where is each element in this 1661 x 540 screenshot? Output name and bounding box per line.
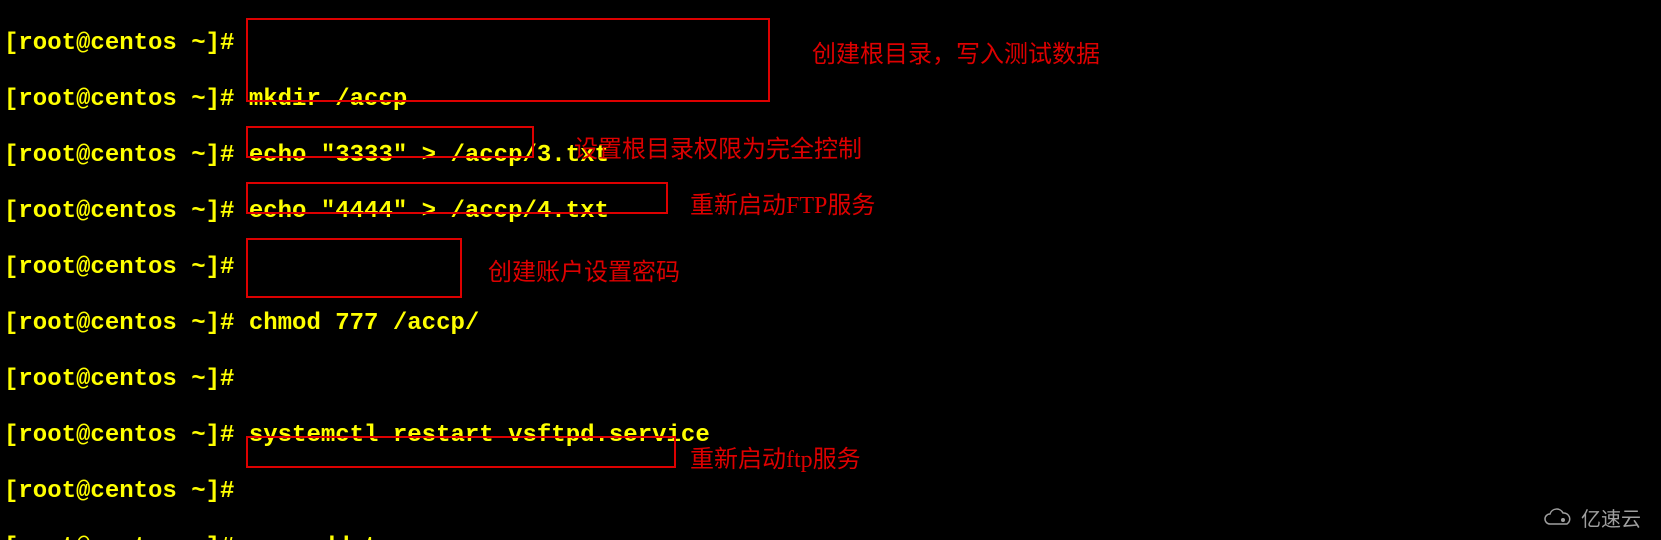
annotation-create-account: 创建账户设置密码 xyxy=(488,252,680,287)
watermark: 亿速云 xyxy=(1541,503,1641,532)
shell-prompt: [root@centos ~]# xyxy=(4,198,234,225)
annotation-create-root-dir: 创建根目录，写入测试数据 xyxy=(812,34,1100,69)
shell-prompt: [root@centos ~]# xyxy=(4,86,234,113)
annotation-restart-ftp-1: 重新启动FTP服务 xyxy=(690,185,875,220)
terminal-line: [root@centos ~]# xyxy=(4,478,1657,506)
shell-prompt: [root@centos ~]# xyxy=(4,142,234,169)
shell-prompt: [root@centos ~]# xyxy=(4,30,234,57)
shell-prompt: [root@centos ~]# xyxy=(4,366,234,393)
shell-prompt: [root@centos ~]# xyxy=(4,254,234,281)
shell-prompt: [root@centos ~]# xyxy=(4,478,234,505)
terminal-line: [root@centos ~]# xyxy=(4,254,1657,282)
terminal-line: [root@centos ~]# mkdir /accp xyxy=(4,86,1657,114)
annotation-set-permissions: 设置根目录权限为完全控制 xyxy=(574,129,862,164)
shell-command: chmod 777 /accp/ xyxy=(234,310,479,337)
shell-prompt: [root@centos ~]# xyxy=(4,310,234,337)
shell-prompt: [root@centos ~]# xyxy=(4,534,234,540)
shell-command: systemctl restart vsftpd.service xyxy=(234,422,709,449)
shell-command: echo "4444" > /accp/4.txt xyxy=(234,198,608,225)
shell-command: echo "3333" > /accp/3.txt xyxy=(234,142,608,169)
watermark-text: 亿速云 xyxy=(1581,503,1641,532)
terminal-line: [root@centos ~]# chmod 777 /accp/ xyxy=(4,310,1657,338)
cloud-icon xyxy=(1541,508,1575,528)
shell-command: useradd tom xyxy=(234,534,407,540)
shell-command: mkdir /accp xyxy=(234,86,407,113)
annotation-restart-ftp-2: 重新启动ftp服务 xyxy=(690,439,861,474)
shell-prompt: [root@centos ~]# xyxy=(4,422,234,449)
terminal-line: [root@centos ~]# xyxy=(4,366,1657,394)
terminal-line: [root@centos ~]# useradd tom xyxy=(4,534,1657,540)
